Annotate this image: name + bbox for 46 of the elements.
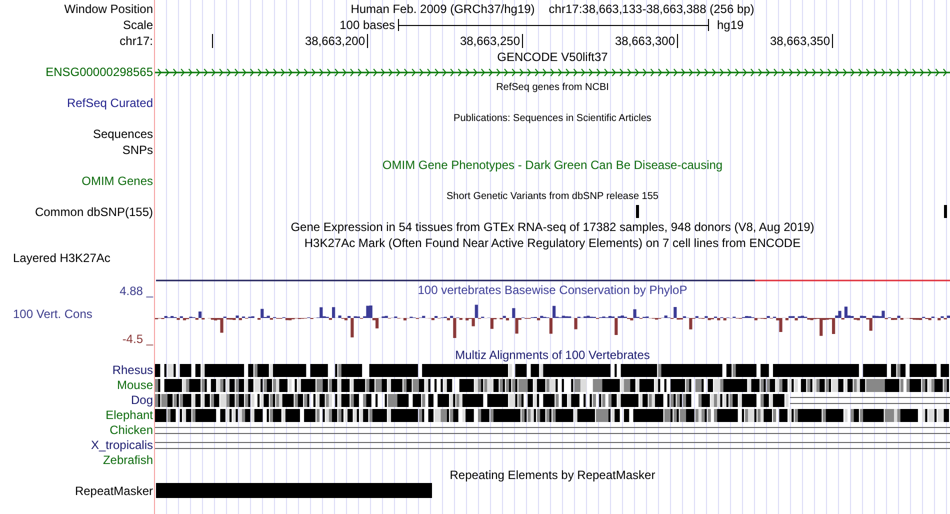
track-label[interactable]: Common dbSNP(155) xyxy=(34,204,153,219)
track-label[interactable]: Zebrafish xyxy=(102,453,153,467)
track-label[interactable]: RepeatMasker xyxy=(74,484,153,498)
track-label[interactable]: OMIM Genes xyxy=(82,174,153,188)
track-title: Publications: Sequences in Scientific Articles xyxy=(454,113,652,124)
axis-min-label: -4.5 _ xyxy=(122,332,154,346)
track-label[interactable]: Sequences xyxy=(92,127,153,142)
track-title: OMIM Gene Phenotypes - Dark Green Can Be Disease-causing xyxy=(382,158,723,172)
scale-assembly: hg19 xyxy=(717,17,744,33)
row-label: Window Position xyxy=(64,2,153,16)
row-label: chr17: xyxy=(120,34,153,48)
coordinate-label: 38,663,300 xyxy=(614,33,675,49)
position-text: chr17:38,663,133-38,663,388 (256 bp) xyxy=(548,2,754,16)
track-label[interactable]: RefSeq Curated xyxy=(66,96,153,110)
axis-max-label: 4.88 _ xyxy=(120,284,154,298)
ruler-tick xyxy=(367,34,368,48)
track-title: Multiz Alignments of 100 Vertebrates xyxy=(455,348,650,362)
scale-length: 100 bases xyxy=(340,17,395,33)
snp-mark xyxy=(636,205,639,218)
track-title: Repeating Elements by RepeatMasker xyxy=(450,468,656,482)
track-label[interactable]: 100 Vert. Cons xyxy=(0,307,155,321)
track-title: 100 vertebrates Basewise Conservation by PhyloP xyxy=(418,283,688,297)
snp-mark xyxy=(944,205,947,218)
ruler-tick xyxy=(832,34,833,48)
track-label[interactable]: Elephant xyxy=(106,408,153,422)
ruler-tick xyxy=(212,34,213,48)
track-title: Short Genetic Variants from dbSNP release 155 xyxy=(446,190,658,202)
track-title: Gene Expression in 54 tissues from GTEx RNA-seq of 17382 samples, 948 donors (V8, Aug 2019) xyxy=(290,220,814,234)
ruler-tick xyxy=(677,34,678,48)
coordinate-label: 38,663,200 xyxy=(304,33,365,49)
track-label[interactable]: ENSG00000298565 xyxy=(46,65,153,80)
coordinate-label: 38,663,250 xyxy=(460,33,520,49)
track-label[interactable]: Chicken xyxy=(110,423,153,437)
coordinate-label: 38,663,350 xyxy=(770,33,830,49)
track-label[interactable]: Dog xyxy=(130,393,153,407)
assembly-title: Human Feb. 2009 (GRCh37/hg19) xyxy=(350,2,535,16)
track-title: GENCODE V50lift37 xyxy=(497,50,608,64)
track-label[interactable]: SNPs xyxy=(122,142,153,157)
ruler-tick xyxy=(522,34,523,48)
track-label[interactable]: Mouse xyxy=(116,378,153,392)
track-label[interactable]: Rhesus xyxy=(112,363,153,377)
track-title: RefSeq genes from NCBI xyxy=(496,82,609,94)
track-label[interactable]: Layered H3K27Ac xyxy=(13,251,110,266)
row-label: Scale xyxy=(122,18,153,32)
track-title: H3K27Ac Mark (Often Found Near Active Regulatory Elements) on 7 cell lines from ENCODE xyxy=(304,236,801,250)
track-label[interactable]: X_tropicalis xyxy=(90,438,153,452)
